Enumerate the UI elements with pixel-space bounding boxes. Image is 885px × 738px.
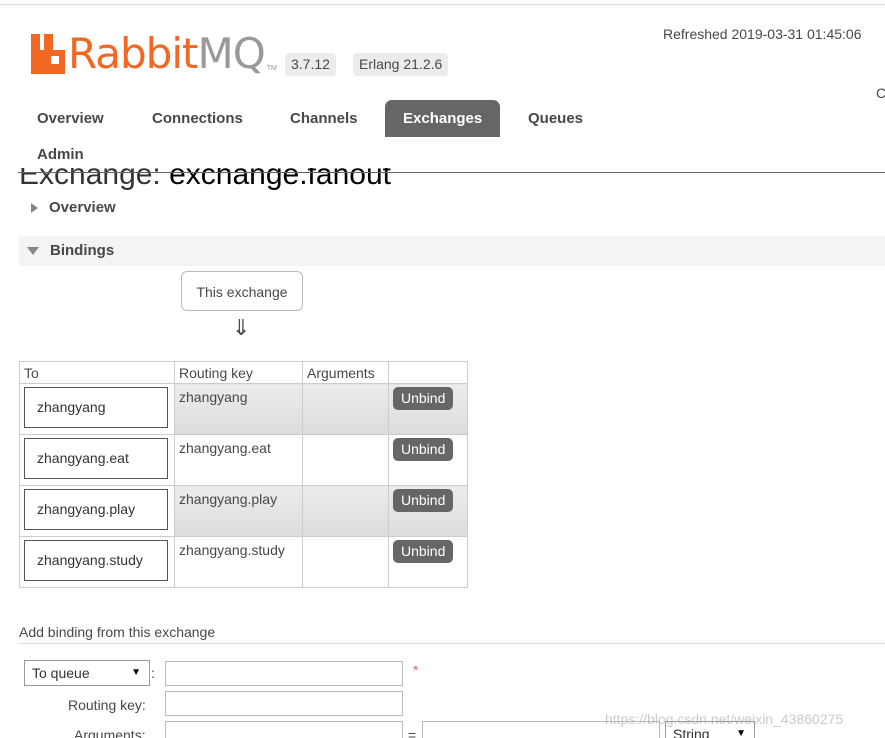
argument-type-value: String xyxy=(673,726,710,738)
routing-key-input[interactable] xyxy=(165,691,403,716)
down-arrow-icon: ⇓ xyxy=(232,315,251,340)
logo-trademark: TM xyxy=(266,65,277,72)
destination-queue-link[interactable]: zhangyang xyxy=(24,387,168,428)
table-row: zhangyang.study zhangyang.study Unbind xyxy=(19,536,468,588)
arguments-label: Arguments: xyxy=(74,727,146,738)
unbind-button[interactable]: Unbind xyxy=(393,540,454,563)
section-overview-toggle[interactable]: Overview xyxy=(19,193,885,223)
top-divider xyxy=(0,4,885,5)
arguments-value xyxy=(302,536,389,588)
tab-overview[interactable]: Overview xyxy=(19,100,122,137)
table-row: zhangyang.eat zhangyang.eat Unbind xyxy=(19,434,468,486)
destination-queue-link[interactable]: zhangyang.play xyxy=(24,489,168,530)
tab-exchanges[interactable]: Exchanges xyxy=(385,100,501,137)
destination-colon: : xyxy=(151,665,155,681)
destination-type-select[interactable]: To queue ▼ xyxy=(24,660,150,686)
watermark: https://blog.csdn.net/weixin_43860275 xyxy=(605,711,844,727)
routing-key-value: zhangyang.eat xyxy=(179,440,271,456)
bindings-table: To Routing key Arguments zhangyang zhang… xyxy=(19,361,468,588)
nav-divider xyxy=(18,172,885,173)
table-header-row: To Routing key Arguments xyxy=(19,361,468,384)
routing-key-value: zhangyang.study xyxy=(179,542,285,558)
dropdown-caret-icon: ▼ xyxy=(131,667,141,678)
destination-name-input[interactable] xyxy=(165,661,403,686)
required-indicator: * xyxy=(413,662,419,678)
arguments-value xyxy=(302,485,389,537)
column-header-arguments: Arguments xyxy=(302,361,389,384)
unbind-button[interactable]: Unbind xyxy=(393,387,454,410)
expanded-triangle-icon xyxy=(27,247,39,256)
column-header-to: To xyxy=(19,361,175,384)
destination-type-value: To queue xyxy=(32,665,90,681)
collapsed-triangle-icon xyxy=(31,203,38,214)
routing-key-value: zhangyang xyxy=(179,389,248,405)
this-exchange-box: This exchange xyxy=(181,271,303,311)
section-bindings-label: Bindings xyxy=(50,242,115,259)
argument-key-input[interactable] xyxy=(165,721,403,738)
unbind-button[interactable]: Unbind xyxy=(393,438,454,461)
argument-equals: = xyxy=(408,727,417,738)
destination-queue-link[interactable]: zhangyang.study xyxy=(24,540,168,581)
version-badge: 3.7.12 xyxy=(285,53,336,76)
column-header-actions xyxy=(388,361,468,384)
rabbitmq-logo: RabbitMQ TM xyxy=(31,29,277,78)
tab-channels[interactable]: Channels xyxy=(272,100,376,137)
tab-queues[interactable]: Queues xyxy=(510,100,601,137)
add-binding-title: Add binding from this exchange xyxy=(19,624,216,640)
arguments-value xyxy=(302,383,389,435)
section-bindings-toggle[interactable]: Bindings xyxy=(19,236,885,266)
refreshed-timestamp: Refreshed 2019-03-31 01:45:06 xyxy=(663,26,862,42)
logo-text: RabbitMQ xyxy=(68,29,266,78)
routing-key-label: Routing key: xyxy=(68,697,146,713)
erlang-version-badge: Erlang 21.2.6 xyxy=(353,53,449,76)
table-row: zhangyang zhangyang Unbind xyxy=(19,383,468,435)
destination-queue-link[interactable]: zhangyang.eat xyxy=(24,438,168,479)
section-overview-label: Overview xyxy=(49,199,116,216)
rabbitmq-logo-icon xyxy=(31,34,65,74)
add-binding-divider xyxy=(19,643,885,644)
column-header-routing-key: Routing key xyxy=(174,361,303,384)
arguments-value xyxy=(302,434,389,486)
tab-connections[interactable]: Connections xyxy=(134,100,261,137)
header-right-text: C xyxy=(876,85,885,101)
unbind-button[interactable]: Unbind xyxy=(393,489,454,512)
routing-key-value: zhangyang.play xyxy=(179,491,278,507)
table-row: zhangyang.play zhangyang.play Unbind xyxy=(19,485,468,537)
